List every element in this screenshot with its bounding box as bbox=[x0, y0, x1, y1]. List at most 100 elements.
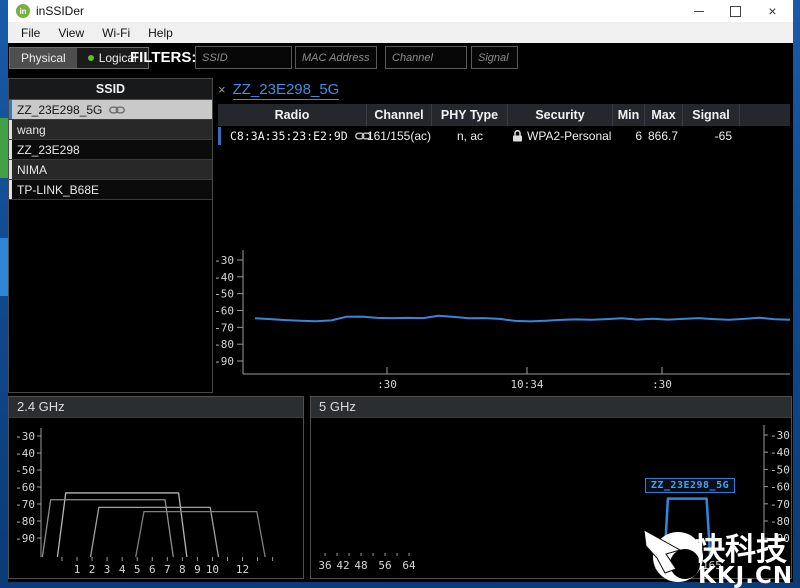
svg-text:56: 56 bbox=[378, 559, 391, 572]
maximize-icon bbox=[730, 6, 741, 17]
svg-text:-60: -60 bbox=[15, 481, 35, 494]
ssid-row-tp-link-b68e[interactable]: TP-LINK_B68E bbox=[9, 180, 212, 200]
svg-text:-60: -60 bbox=[770, 481, 790, 494]
ssid-name: wang bbox=[17, 123, 46, 137]
table-header-row: Radio Channel PHY Type Security Min Max … bbox=[218, 104, 790, 126]
column-header-channel[interactable]: Channel bbox=[367, 104, 432, 126]
svg-text:-70: -70 bbox=[214, 321, 234, 334]
svg-text:7: 7 bbox=[164, 563, 171, 576]
kkj-watermark: 快科技 KKJ.CN bbox=[592, 506, 800, 588]
tab-close-icon[interactable]: × bbox=[218, 82, 226, 97]
desktop-icon-strip-green bbox=[0, 118, 8, 178]
svg-text:-60: -60 bbox=[214, 304, 234, 317]
svg-text:1: 1 bbox=[74, 563, 81, 576]
maximize-button[interactable] bbox=[717, 0, 754, 22]
channel-cell: 161/155(ac) bbox=[367, 126, 432, 146]
ssid-row-nima[interactable]: NIMA bbox=[9, 160, 212, 180]
security-value: WPA2-Personal bbox=[527, 129, 611, 143]
ssid-row-zz-23e298-5g[interactable]: ZZ_23E298_5G bbox=[9, 100, 212, 120]
ssid-row-wang[interactable]: wang bbox=[9, 120, 212, 140]
network-callout-label[interactable]: ZZ_23E298_5G bbox=[645, 478, 735, 493]
title-bar: in inSSIDer × bbox=[8, 0, 793, 22]
column-header-min[interactable]: Min bbox=[613, 104, 645, 126]
ssid-name: TP-LINK_B68E bbox=[17, 183, 99, 197]
row-indicator-bar bbox=[9, 140, 12, 159]
row-indicator-bar bbox=[9, 160, 12, 179]
svg-text:48: 48 bbox=[354, 559, 367, 572]
svg-text:-40: -40 bbox=[770, 446, 790, 459]
green-dot-icon bbox=[88, 55, 94, 61]
svg-text:64: 64 bbox=[402, 559, 416, 572]
signal-over-time-chart: -30-40-50-60-70-80-90:3010:34:30 bbox=[208, 235, 792, 393]
svg-text:6: 6 bbox=[149, 563, 156, 576]
svg-text:5: 5 bbox=[134, 563, 141, 576]
mac-filter-input[interactable] bbox=[295, 46, 377, 69]
menu-help[interactable]: Help bbox=[139, 24, 182, 42]
menu-file[interactable]: File bbox=[12, 24, 49, 42]
security-cell: WPA2-Personal bbox=[508, 126, 613, 146]
table-row[interactable]: C8:3A:35:23:E2:9D 161/155(ac) n, ac WPA2… bbox=[218, 126, 790, 146]
ssid-filter-input[interactable] bbox=[195, 46, 292, 69]
row-indicator-bar bbox=[218, 127, 221, 145]
window-title: inSSIDer bbox=[36, 4, 84, 18]
column-header-radio[interactable]: Radio bbox=[218, 104, 367, 126]
svg-text:10:34: 10:34 bbox=[510, 378, 543, 391]
channel-chart-2-4ghz: -30-40-50-60-70-80-901234567891012 bbox=[9, 417, 303, 578]
column-header-signal[interactable]: Signal bbox=[683, 104, 740, 126]
band-header-5ghz: 5 GHz bbox=[311, 397, 791, 418]
svg-text:-30: -30 bbox=[770, 429, 790, 442]
row-indicator-bar bbox=[9, 100, 12, 119]
svg-text:-50: -50 bbox=[214, 288, 234, 301]
band-header-2-4ghz: 2.4 GHz bbox=[9, 397, 303, 418]
menu-view[interactable]: View bbox=[49, 24, 93, 42]
signal-cell: -65 bbox=[683, 126, 740, 146]
ssid-name: ZZ_23E298_5G bbox=[17, 103, 102, 117]
ssid-list-header: SSID bbox=[9, 79, 212, 100]
ssid-name: NIMA bbox=[17, 163, 47, 177]
ssid-list-panel: SSID ZZ_23E298_5G wang ZZ_23E298 NIMA bbox=[8, 78, 213, 393]
column-header-filler bbox=[740, 104, 790, 126]
min-cell: 6 bbox=[613, 126, 645, 146]
svg-text:-80: -80 bbox=[15, 515, 35, 528]
svg-text:36: 36 bbox=[318, 559, 331, 572]
svg-text:-80: -80 bbox=[214, 338, 234, 351]
column-header-max[interactable]: Max bbox=[645, 104, 683, 126]
svg-text:-50: -50 bbox=[770, 463, 790, 476]
detail-tab-title[interactable]: ZZ_23E298_5G bbox=[233, 81, 340, 100]
close-button[interactable]: × bbox=[754, 0, 791, 22]
link-icon bbox=[109, 106, 125, 114]
column-header-phy-type[interactable]: PHY Type bbox=[432, 104, 508, 126]
inssider-window: in inSSIDer × File View Wi-Fi Help Physi… bbox=[8, 0, 793, 582]
svg-text:-90: -90 bbox=[15, 532, 35, 545]
menu-bar: File View Wi-Fi Help bbox=[8, 22, 793, 43]
max-cell: 866.7 bbox=[645, 126, 683, 146]
ssid-row-zz-23e298[interactable]: ZZ_23E298 bbox=[9, 140, 212, 160]
svg-text:4: 4 bbox=[119, 563, 126, 576]
app-logo-icon: in bbox=[16, 4, 30, 18]
window-controls: × bbox=[680, 0, 791, 22]
svg-text:-70: -70 bbox=[15, 498, 35, 511]
svg-text:-30: -30 bbox=[15, 430, 35, 443]
desktop-icon-strip-blue bbox=[0, 238, 8, 296]
desktop-background: in inSSIDer × File View Wi-Fi Help Physi… bbox=[0, 0, 800, 588]
column-header-security[interactable]: Security bbox=[508, 104, 613, 126]
detail-tab: × ZZ_23E298_5G bbox=[218, 81, 339, 100]
svg-text:2: 2 bbox=[89, 563, 96, 576]
svg-text:-40: -40 bbox=[15, 447, 35, 460]
menu-wifi[interactable]: Wi-Fi bbox=[93, 24, 139, 42]
close-icon: × bbox=[768, 4, 776, 18]
minimize-icon bbox=[694, 11, 704, 12]
row-indicator-bar bbox=[9, 180, 12, 199]
svg-text:-90: -90 bbox=[214, 355, 234, 368]
svg-text:-30: -30 bbox=[214, 254, 234, 267]
minimize-button[interactable] bbox=[680, 0, 717, 22]
channel-filter-input[interactable] bbox=[385, 46, 467, 69]
svg-text:-50: -50 bbox=[15, 464, 35, 477]
lock-icon bbox=[513, 130, 522, 142]
physical-toggle-button[interactable]: Physical bbox=[10, 48, 77, 68]
svg-text::30: :30 bbox=[652, 378, 672, 391]
filters-label: FILTERS: bbox=[130, 49, 196, 66]
signal-filter-input[interactable] bbox=[471, 46, 518, 69]
phy-type-cell: n, ac bbox=[432, 126, 508, 146]
svg-text:42: 42 bbox=[336, 559, 349, 572]
